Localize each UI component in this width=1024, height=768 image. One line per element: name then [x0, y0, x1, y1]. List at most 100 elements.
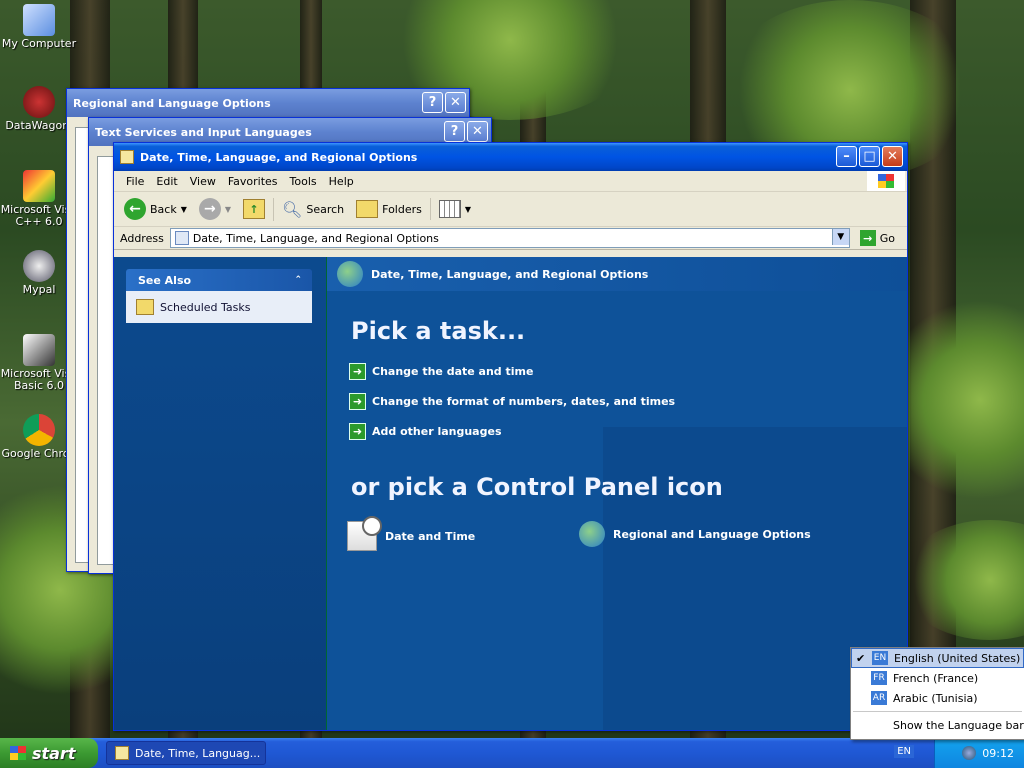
up-folder-icon: ↑	[243, 199, 266, 219]
close-button[interactable]: ✕	[467, 121, 488, 142]
go-button[interactable]: → Go	[856, 228, 907, 248]
see-also-item-label: Scheduled Tasks	[160, 300, 251, 314]
window-title: Date, Time, Language, and Regional Optio…	[140, 150, 418, 164]
desktop-icon-label: DataWagon.	[5, 119, 73, 132]
search-label: Search	[306, 202, 345, 216]
scheduled-tasks-icon	[136, 299, 154, 315]
close-button[interactable]: ✕	[445, 92, 466, 113]
folder-icon	[120, 150, 134, 164]
search-icon: 🔍︎	[282, 199, 303, 219]
address-bar: Address Date, Time, Language, and Region…	[114, 227, 907, 250]
visual-cpp-icon	[23, 170, 55, 202]
network-globe-icon[interactable]	[962, 746, 977, 760]
chevron-down-icon: ▼	[180, 204, 187, 214]
task-pane: See Also ⌃ Scheduled Tasks	[114, 257, 327, 730]
go-arrow-icon: →	[859, 230, 876, 246]
menu-help[interactable]: Help	[323, 175, 360, 188]
help-button[interactable]: ?	[444, 121, 465, 142]
collapse-chevron-icon: ⌃	[294, 275, 302, 285]
address-value: Date, Time, Language, and Regional Optio…	[192, 231, 439, 245]
maximize-button[interactable]: □	[859, 146, 880, 167]
minimize-button[interactable]: –	[836, 146, 857, 167]
date-time-language-icon	[337, 261, 363, 287]
show-language-bar-label: Show the Language bar	[893, 718, 1024, 732]
green-arrow-icon: ➜	[349, 393, 366, 410]
desktop-icon-my-computer[interactable]: My Computer	[0, 4, 78, 50]
close-button[interactable]: ✕	[882, 146, 903, 167]
task-label: Add other languages	[372, 425, 502, 438]
language-label: French (France)	[893, 671, 979, 685]
menu-tools[interactable]: Tools	[284, 175, 323, 188]
see-also-item-scheduled-tasks[interactable]: Scheduled Tasks	[126, 291, 312, 323]
cp-icon-label: Regional and Language Options	[613, 527, 811, 541]
window-title: Text Services and Input Languages	[95, 125, 312, 139]
my-computer-icon	[23, 4, 55, 36]
taskbar-button-label: Date, Time, Languag...	[135, 746, 261, 760]
address-label: Address	[120, 231, 164, 245]
mypal-browser-icon	[23, 250, 55, 282]
forward-button[interactable]: → ▼	[195, 196, 235, 222]
address-dropdown-button[interactable]: ▼	[831, 229, 849, 245]
task-change-number-format[interactable]: ➜ Change the format of numbers, dates, a…	[349, 393, 675, 410]
go-label: Go	[879, 231, 895, 245]
checkmark-icon: ✔	[856, 651, 866, 665]
address-input[interactable]: Date, Time, Language, and Regional Optio…	[169, 228, 850, 248]
language-item-english[interactable]: ✔ EN English (United States)	[851, 648, 1024, 668]
show-language-bar-item[interactable]: Show the Language bar	[851, 715, 1024, 735]
see-also-panel: See Also ⌃ Scheduled Tasks	[126, 269, 312, 323]
menu-view[interactable]: View	[184, 175, 222, 188]
chevron-down-icon: ▼	[224, 204, 232, 214]
green-arrow-icon: ➜	[349, 423, 366, 440]
language-indicator[interactable]: EN	[894, 745, 914, 758]
menu-favorites[interactable]: Favorites	[222, 175, 284, 188]
task-change-date-time[interactable]: ➜ Change the date and time	[349, 363, 533, 380]
start-label: start	[32, 743, 76, 763]
datawagon-icon	[23, 86, 55, 118]
main-pane: Date, Time, Language, and Regional Optio…	[327, 257, 907, 730]
cp-icon-regional-language[interactable]: Regional and Language Options	[579, 521, 811, 547]
see-also-header[interactable]: See Also ⌃	[126, 269, 312, 291]
windows-logo-icon	[867, 171, 905, 191]
up-folder-button[interactable]: ↑	[239, 197, 269, 221]
chrome-icon	[23, 414, 55, 446]
control-panel-icon	[174, 231, 189, 245]
desktop-icon-label: Mypal	[22, 283, 56, 296]
search-button[interactable]: 🔍︎ Search	[273, 197, 348, 221]
language-badge: FR	[871, 671, 887, 685]
language-item-french[interactable]: FR French (France)	[851, 668, 1024, 688]
task-label: Change the format of numbers, dates, and…	[372, 395, 676, 408]
menu-separator	[853, 711, 1022, 712]
banner-title: Date, Time, Language, and Regional Optio…	[371, 267, 649, 281]
forward-arrow-icon: →	[198, 198, 221, 220]
window-content: See Also ⌃ Scheduled Tasks Date, Time, L…	[114, 257, 907, 730]
back-button[interactable]: ← Back ▼	[120, 196, 191, 222]
window-title: Regional and Language Options	[73, 96, 271, 110]
menu-edit[interactable]: Edit	[150, 175, 183, 188]
help-button[interactable]: ?	[422, 92, 443, 113]
chevron-down-icon: ▼	[464, 204, 472, 214]
menu-bar: File Edit View Favorites Tools Help	[114, 171, 907, 192]
pick-task-heading: Pick a task...	[351, 317, 526, 345]
language-badge: EN	[872, 651, 888, 665]
language-label: Arabic (Tunisia)	[893, 691, 978, 705]
folders-icon	[356, 200, 379, 218]
window-titlebar[interactable]: Date, Time, Language, and Regional Optio…	[114, 143, 907, 171]
toolbar: ← Back ▼ → ▼ ↑ 🔍︎ Search Folders ▼	[114, 192, 907, 227]
window-titlebar[interactable]: Regional and Language Options ? ✕	[67, 89, 469, 117]
taskbar-button-control-panel[interactable]: Date, Time, Languag...	[106, 741, 266, 765]
views-button[interactable]: ▼	[429, 198, 475, 220]
folders-label: Folders	[382, 202, 422, 216]
menu-file[interactable]: File	[120, 175, 150, 188]
language-item-arabic[interactable]: AR Arabic (Tunisia)	[851, 688, 1024, 708]
control-panel-window[interactable]: Date, Time, Language, and Regional Optio…	[113, 142, 908, 731]
language-label: English (United States)	[894, 651, 1021, 665]
clock[interactable]: 09:12	[982, 747, 1014, 760]
folders-button[interactable]: Folders	[352, 198, 426, 220]
cp-icon-date-and-time[interactable]: Date and Time	[347, 516, 475, 551]
task-add-languages[interactable]: ➜ Add other languages	[349, 423, 502, 440]
start-button[interactable]: start	[0, 738, 98, 768]
pick-icon-heading: or pick a Control Panel icon	[351, 473, 723, 501]
globe-icon	[579, 521, 605, 547]
views-grid-icon	[438, 200, 461, 218]
language-badge: AR	[871, 691, 887, 705]
